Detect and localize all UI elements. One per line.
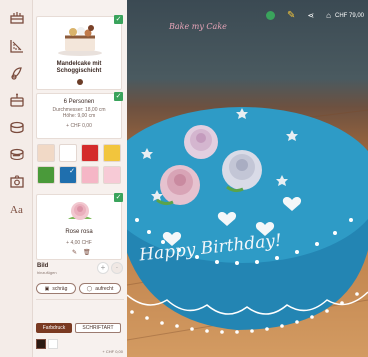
orientation-option-1[interactable]: ▣ schräg [36,283,76,294]
pencil-icon[interactable]: ✎ [287,10,295,21]
cake-preview-scene[interactable]: Happy Birthday! Bake my Cake ✎ ⋖ ⌂ CHF 7… [127,0,368,357]
size-card[interactable]: ✓ 6 Personen Durchmesser: 18,00 cm Höhe:… [36,92,123,139]
orientation-option-1-label: schräg [52,285,68,292]
check-icon[interactable] [266,11,276,20]
selected-check-icon: ✓ [114,92,123,101]
decoration-name: Rose rosa [65,229,93,235]
color-swatch[interactable] [37,144,55,162]
cake-type-card[interactable]: ✓ Mandelcake mit Schoggischicht [36,15,123,90]
decoration-card[interactable]: ✓ Rose rosa + 4,00 CHF ✎ 🗑 [36,193,123,260]
color-swatch[interactable] [103,166,121,184]
cake-name: Mandelcake mit Schoggischicht [56,61,102,74]
text-color-white-swatch[interactable] [48,339,58,349]
ruler-icon[interactable] [8,37,26,55]
color-swatch[interactable] [59,144,77,162]
cart-icon[interactable]: ⌂ [326,11,331,20]
selected-check-icon: ✓ [114,193,123,202]
cake-render [127,107,368,341]
text-icon[interactable]: Aa [8,199,26,217]
color-swatch[interactable] [81,166,99,184]
selected-check-icon: ✓ [114,15,123,24]
flavor-icon[interactable] [8,64,26,82]
footer-price: + CHF 0,00 [102,349,123,354]
cream-icon[interactable] [8,118,26,136]
cake-shape-icon[interactable] [8,8,26,26]
divider [36,299,124,300]
text-color-black-swatch[interactable] [36,339,46,349]
image-section-title: Bild [37,263,49,269]
tab-farbdruck[interactable]: Farbdruck [36,323,72,333]
options-panel: ✓ Mandelcake mit Schoggischicht ✓ 6 Pers… [33,0,127,357]
color-swatch[interactable] [81,144,99,162]
cake-flavor-dot-icon [77,79,83,85]
add-image-plus-icon[interactable]: + [97,262,109,274]
edit-pencil-icon[interactable]: ✎ [72,249,77,256]
selected-check-icon: ✓ [69,168,75,175]
add-image-minus-icon[interactable]: · [111,262,123,274]
cake-thumbnail [58,25,102,56]
image-section-sub: hinzufügen [37,270,57,275]
height-label: Höhe: 9,00 cm [62,113,96,119]
orientation-option-2-label: aufrecht [95,285,114,292]
layer-icon[interactable] [8,91,26,109]
rose-thumbnail [68,202,92,220]
svg-text:Aa: Aa [10,204,23,216]
color-swatch[interactable] [37,166,55,184]
delete-trash-icon[interactable]: 🗑 [83,249,91,256]
share-icon[interactable]: ⋖ [307,11,314,20]
photo-icon[interactable] [8,172,26,190]
navigation-rail: Aa [0,0,33,357]
persons-label: 6 Personen [63,99,95,105]
cart-price[interactable]: CHF 79,00 [335,13,364,19]
brand-logo: Bake my Cake [169,22,227,31]
decoration-icon[interactable] [8,145,26,163]
orientation-option-2[interactable]: ◯ aufrecht [79,283,121,294]
top-toolbar: ✎ ⋖ ⌂ CHF 79,00 [266,10,364,21]
size-price: + CHF 0,00 [66,123,92,129]
color-swatch[interactable]: ✓ [59,166,77,184]
color-swatch[interactable] [103,144,121,162]
tab-schriftart[interactable]: SCHRIFTART [75,323,121,333]
decoration-price: + 4,00 CHF [66,240,92,246]
